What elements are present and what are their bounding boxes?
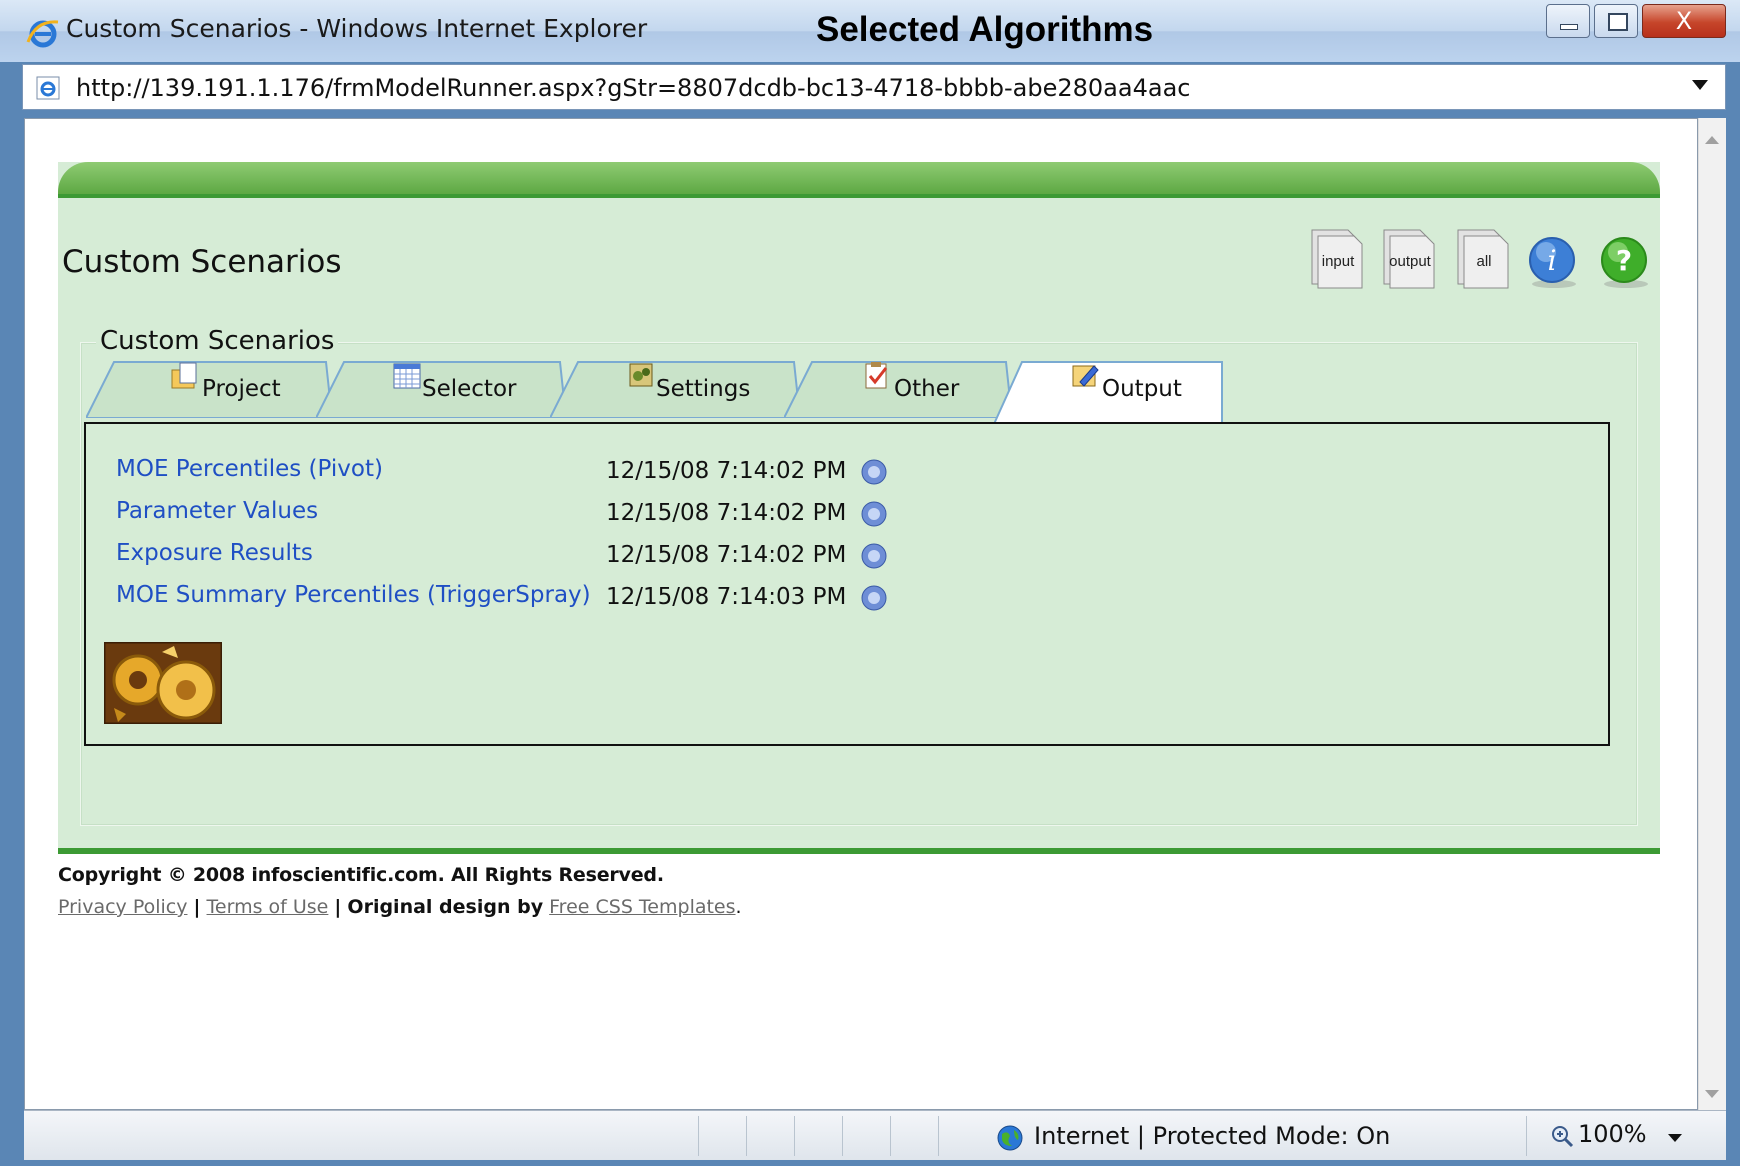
close-button[interactable]: X	[1642, 4, 1726, 38]
footer-links: Privacy Policy | Terms of Use | Original…	[58, 896, 742, 918]
chevron-down-icon[interactable]	[1668, 1134, 1682, 1142]
tab-label: Output	[1102, 376, 1182, 402]
overlay-caption: Selected Algorithms	[816, 10, 1154, 49]
output-link-moe-summary-percentiles[interactable]: MOE Summary Percentiles (TriggerSpray)	[116, 582, 591, 608]
vertical-scrollbar[interactable]	[1698, 118, 1726, 1110]
gears-image[interactable]	[104, 642, 222, 724]
maximize-icon	[1608, 13, 1628, 31]
terms-of-use-link[interactable]: Terms of Use	[207, 896, 329, 918]
footer-period: .	[735, 896, 742, 918]
info-icon[interactable]	[860, 584, 888, 612]
header-divider	[58, 194, 1660, 198]
privacy-policy-link[interactable]: Privacy Policy	[58, 896, 187, 918]
info-icon[interactable]	[860, 500, 888, 528]
output-timestamp: 12/15/08 7:14:02 PM	[606, 500, 847, 526]
project-icon	[171, 362, 197, 389]
output-timestamp: 12/15/08 7:14:02 PM	[606, 542, 847, 568]
page-title: Custom Scenarios	[62, 244, 342, 280]
tab-label: Settings	[656, 376, 751, 402]
info-icon[interactable]	[860, 458, 888, 486]
page-ie-icon	[36, 76, 60, 100]
zoom-icon[interactable]	[1550, 1124, 1574, 1148]
svg-text:?: ?	[1616, 244, 1632, 277]
url-text[interactable]: http://139.191.1.176/frmModelRunner.aspx…	[76, 74, 1190, 102]
header-band	[58, 162, 1660, 196]
minimize-button[interactable]	[1546, 4, 1590, 38]
info-icon[interactable]	[860, 542, 888, 570]
tab-selector[interactable]: Selector	[316, 360, 566, 418]
output-link-moe-percentiles[interactable]: MOE Percentiles (Pivot)	[116, 456, 383, 482]
fieldset-legend: Custom Scenarios	[96, 326, 339, 356]
calendar-grid-icon	[393, 363, 421, 389]
footer-separator: |	[193, 896, 201, 918]
close-icon: X	[1675, 7, 1693, 35]
status-divider	[746, 1116, 747, 1156]
tab-output[interactable]: Output	[994, 360, 1224, 424]
status-divider	[698, 1116, 699, 1156]
tab-label: Other	[894, 376, 960, 402]
copyright-text: Copyright © 2008 infoscientific.com. All…	[58, 864, 664, 886]
tab-label: Project	[202, 376, 281, 402]
internet-explorer-icon	[26, 20, 59, 48]
free-css-templates-link[interactable]: Free CSS Templates	[549, 896, 735, 918]
input-export-button[interactable]: input	[1304, 228, 1366, 290]
status-divider	[842, 1116, 843, 1156]
tab-project[interactable]: Project	[86, 360, 332, 418]
output-export-label: output	[1389, 253, 1432, 270]
chevron-down-icon[interactable]	[1692, 80, 1708, 90]
tab-label: Selector	[422, 376, 517, 402]
scroll-up-arrow-icon[interactable]	[1705, 136, 1719, 144]
footer-separator: |	[334, 896, 342, 918]
output-edit-icon	[1072, 365, 1099, 387]
output-export-button[interactable]: output	[1376, 228, 1438, 290]
output-link-exposure-results[interactable]: Exposure Results	[116, 540, 313, 566]
clipboard-check-icon	[865, 362, 888, 389]
globe-icon	[997, 1125, 1023, 1151]
scroll-down-arrow-icon[interactable]	[1705, 1090, 1719, 1098]
output-timestamp: 12/15/08 7:14:02 PM	[606, 458, 847, 484]
status-bar	[24, 1110, 1726, 1160]
tab-settings[interactable]: Settings	[550, 360, 800, 418]
zoom-level[interactable]: 100%	[1578, 1120, 1647, 1148]
output-link-parameter-values[interactable]: Parameter Values	[116, 498, 318, 524]
input-export-label: input	[1322, 253, 1355, 270]
all-export-button[interactable]: all	[1450, 228, 1512, 290]
status-divider	[1526, 1116, 1527, 1156]
tab-other[interactable]: Other	[784, 360, 1012, 418]
svg-text:i: i	[1548, 244, 1557, 277]
status-divider	[890, 1116, 891, 1156]
status-divider	[938, 1116, 939, 1156]
footer-divider	[58, 848, 1660, 854]
help-icon[interactable]: ?	[1598, 234, 1654, 290]
info-icon[interactable]: i	[1526, 234, 1582, 290]
security-zone-text[interactable]: Internet | Protected Mode: On	[1034, 1122, 1390, 1150]
all-export-label: all	[1476, 253, 1491, 270]
output-timestamp: 12/15/08 7:14:03 PM	[606, 584, 847, 610]
status-divider	[794, 1116, 795, 1156]
minimize-icon	[1560, 24, 1578, 30]
window-title: Custom Scenarios - Windows Internet Expl…	[66, 14, 648, 43]
maximize-button[interactable]	[1594, 4, 1638, 38]
design-credit-text: Original design by	[347, 896, 544, 918]
settings-icon	[629, 363, 653, 387]
